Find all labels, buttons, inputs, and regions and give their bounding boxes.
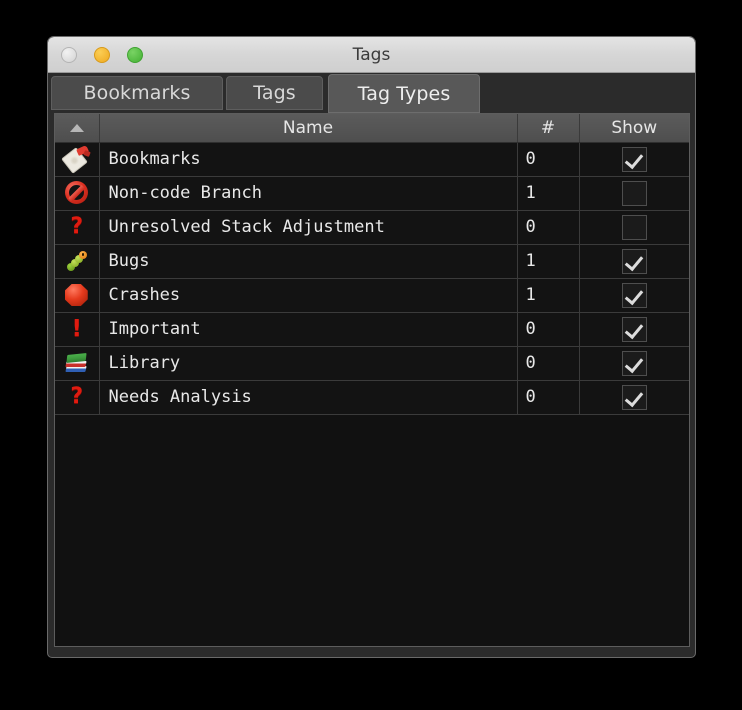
table-row[interactable]: Non-code Branch 1 bbox=[55, 176, 689, 211]
tab-tags-label: Tags bbox=[253, 82, 296, 104]
tab-tag-types[interactable]: Tag Types bbox=[328, 74, 480, 113]
tab-bookmarks-label: Bookmarks bbox=[83, 82, 191, 104]
show-checkbox[interactable] bbox=[621, 384, 647, 410]
title-bar: Tags bbox=[48, 37, 695, 73]
tab-tags[interactable]: Tags bbox=[226, 76, 323, 110]
row-show-cell bbox=[579, 244, 689, 279]
table-row[interactable]: Bugs 1 bbox=[55, 244, 689, 279]
table-row[interactable]: ? Needs Analysis 0 bbox=[55, 380, 689, 415]
tag-icon bbox=[60, 145, 91, 174]
row-count: 0 bbox=[517, 142, 580, 177]
row-icon-cell bbox=[55, 278, 100, 313]
row-count: 0 bbox=[517, 210, 580, 245]
column-header-icon[interactable] bbox=[55, 114, 100, 143]
red-octagon-icon bbox=[64, 282, 90, 308]
row-icon-cell: ? bbox=[55, 380, 100, 415]
row-name: Needs Analysis bbox=[99, 380, 518, 415]
row-show-cell bbox=[579, 176, 689, 211]
row-show-cell bbox=[579, 278, 689, 313]
row-icon-cell: ! bbox=[55, 312, 100, 347]
show-checkbox[interactable] bbox=[621, 146, 647, 172]
tab-bookmarks[interactable]: Bookmarks bbox=[51, 76, 223, 110]
row-show-cell bbox=[579, 346, 689, 381]
row-count: 0 bbox=[517, 312, 580, 347]
row-icon-cell bbox=[55, 142, 100, 177]
row-show-cell bbox=[579, 312, 689, 347]
sort-ascending-icon bbox=[69, 123, 84, 132]
row-name: Bookmarks bbox=[99, 142, 518, 177]
tab-bar: Bookmarks Tags Tag Types bbox=[48, 73, 695, 113]
window-title: Tags bbox=[352, 45, 391, 65]
row-show-cell bbox=[579, 210, 689, 245]
row-name: Crashes bbox=[99, 278, 518, 313]
row-count: 1 bbox=[517, 244, 580, 279]
row-name: Non-code Branch bbox=[99, 176, 518, 211]
row-count: 0 bbox=[517, 380, 580, 415]
row-icon-cell bbox=[55, 176, 100, 211]
question-mark-icon: ? bbox=[70, 214, 84, 239]
column-header-count[interactable]: # bbox=[517, 114, 580, 143]
row-show-cell bbox=[579, 142, 689, 177]
show-checkbox[interactable] bbox=[621, 316, 647, 342]
tag-types-table[interactable]: Name # Show Bookmarks 0 Non-code Branch … bbox=[54, 113, 690, 647]
row-show-cell bbox=[579, 380, 689, 415]
table-row[interactable]: Bookmarks 0 bbox=[55, 142, 689, 177]
table-row[interactable]: ? Unresolved Stack Adjustment 0 bbox=[55, 210, 689, 245]
table-header-row: Name # Show bbox=[55, 114, 689, 143]
column-header-name[interactable]: Name bbox=[99, 114, 518, 143]
table-row[interactable]: Library 0 bbox=[55, 346, 689, 381]
tab-tag-types-label: Tag Types bbox=[357, 82, 451, 105]
show-checkbox[interactable] bbox=[621, 350, 647, 376]
grid: Name # Show Bookmarks 0 Non-code Branch … bbox=[55, 114, 689, 415]
row-count: 1 bbox=[517, 278, 580, 313]
show-checkbox[interactable] bbox=[621, 214, 647, 240]
row-count: 0 bbox=[517, 346, 580, 381]
row-icon-cell bbox=[55, 346, 100, 381]
row-name: Important bbox=[99, 312, 518, 347]
books-icon bbox=[64, 350, 90, 376]
row-name: Library bbox=[99, 346, 518, 381]
show-checkbox[interactable] bbox=[621, 282, 647, 308]
table-body: Bookmarks 0 Non-code Branch 1 ? Unresolv… bbox=[55, 142, 689, 415]
row-name: Unresolved Stack Adjustment bbox=[99, 210, 518, 245]
bug-icon bbox=[64, 248, 90, 274]
show-checkbox[interactable] bbox=[621, 180, 647, 206]
exclamation-icon: ! bbox=[71, 316, 83, 342]
table-row[interactable]: ! Important 0 bbox=[55, 312, 689, 347]
show-checkbox[interactable] bbox=[621, 248, 647, 274]
no-entry-icon bbox=[64, 180, 90, 206]
tags-window: Tags Bookmarks Tags Tag Types Name # Sho… bbox=[47, 36, 696, 658]
row-icon-cell: ? bbox=[55, 210, 100, 245]
row-icon-cell bbox=[55, 244, 100, 279]
column-header-show[interactable]: Show bbox=[579, 114, 689, 143]
table-row[interactable]: Crashes 1 bbox=[55, 278, 689, 313]
row-name: Bugs bbox=[99, 244, 518, 279]
question-mark-icon: ? bbox=[70, 384, 84, 409]
row-count: 1 bbox=[517, 176, 580, 211]
